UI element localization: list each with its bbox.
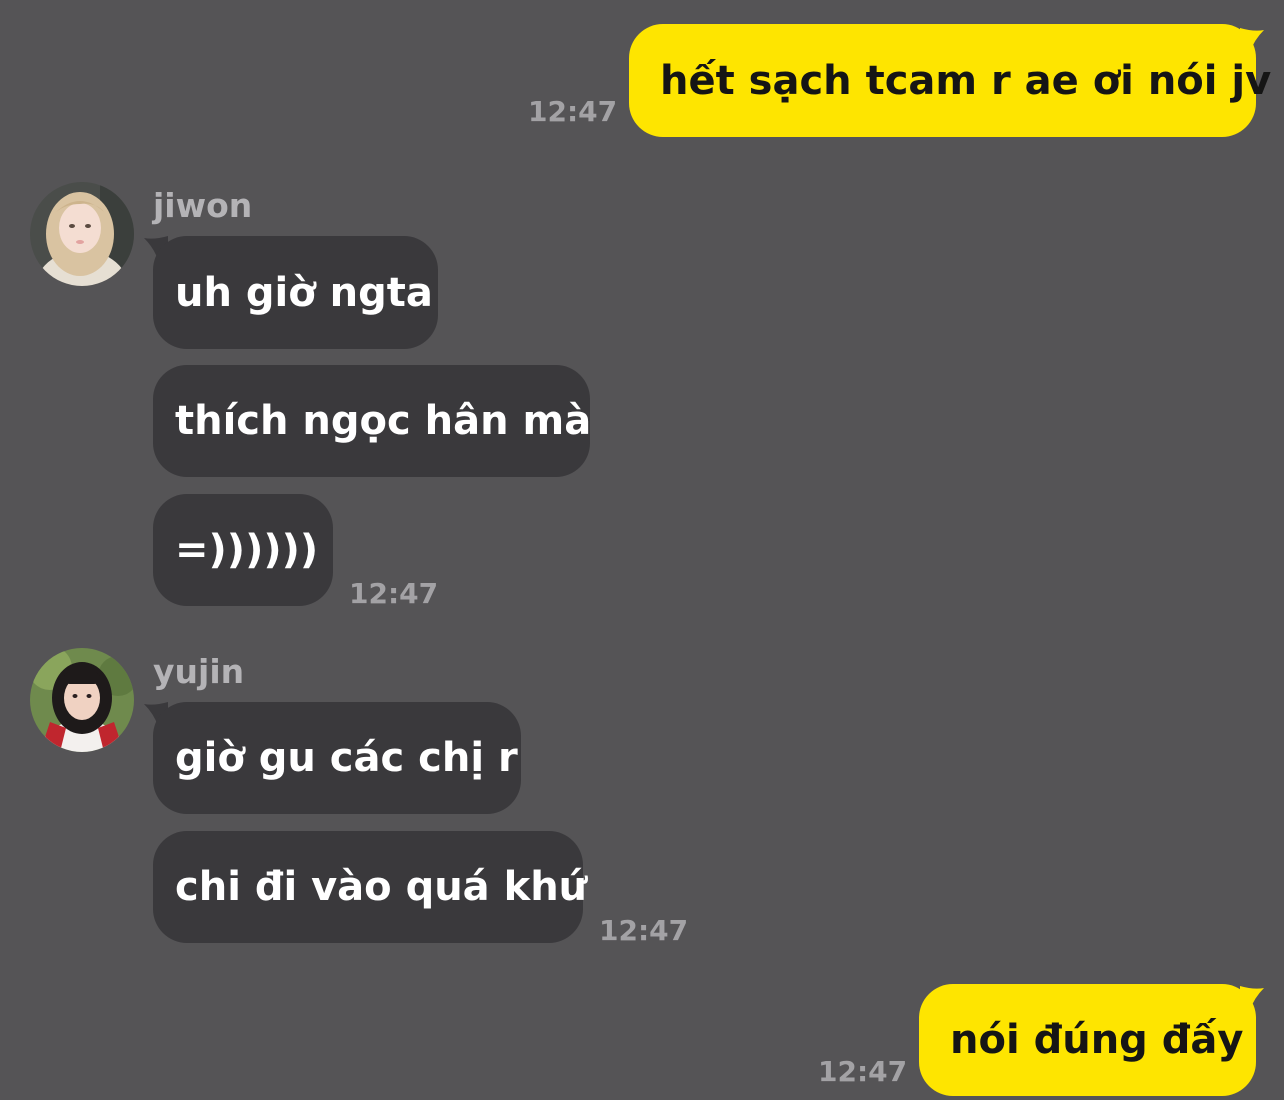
message-timestamp: 12:47 xyxy=(599,914,689,947)
message-timestamp: 12:47 xyxy=(818,1055,908,1088)
incoming-message-bubble[interactable]: =)))))) xyxy=(153,494,333,606)
avatar-yujin[interactable] xyxy=(30,648,134,752)
sender-name: yujin xyxy=(153,652,245,691)
incoming-message-bubble[interactable]: thích ngọc hân mà xyxy=(153,365,591,477)
sender-name: jiwon xyxy=(153,186,253,225)
user-photo-icon xyxy=(30,648,134,752)
incoming-message-bubble[interactable]: chi đi vào quá khứ xyxy=(153,831,587,943)
chat-thread: 12:47 hết sạch tcam r ae ơi nói jv jiwon… xyxy=(0,0,1284,1100)
outgoing-message-bubble[interactable]: nói đúng đấy xyxy=(919,984,1256,1096)
message-timestamp: 12:47 xyxy=(528,95,618,128)
avatar-jiwon[interactable] xyxy=(30,182,134,286)
outgoing-message-bubble[interactable]: hết sạch tcam r ae ơi nói jv xyxy=(629,24,1271,137)
incoming-message-bubble[interactable]: giờ gu các chị r xyxy=(153,702,521,814)
user-photo-icon xyxy=(30,182,134,286)
message-timestamp: 12:47 xyxy=(349,577,439,610)
incoming-message-bubble[interactable]: uh giờ ngta xyxy=(153,236,438,349)
